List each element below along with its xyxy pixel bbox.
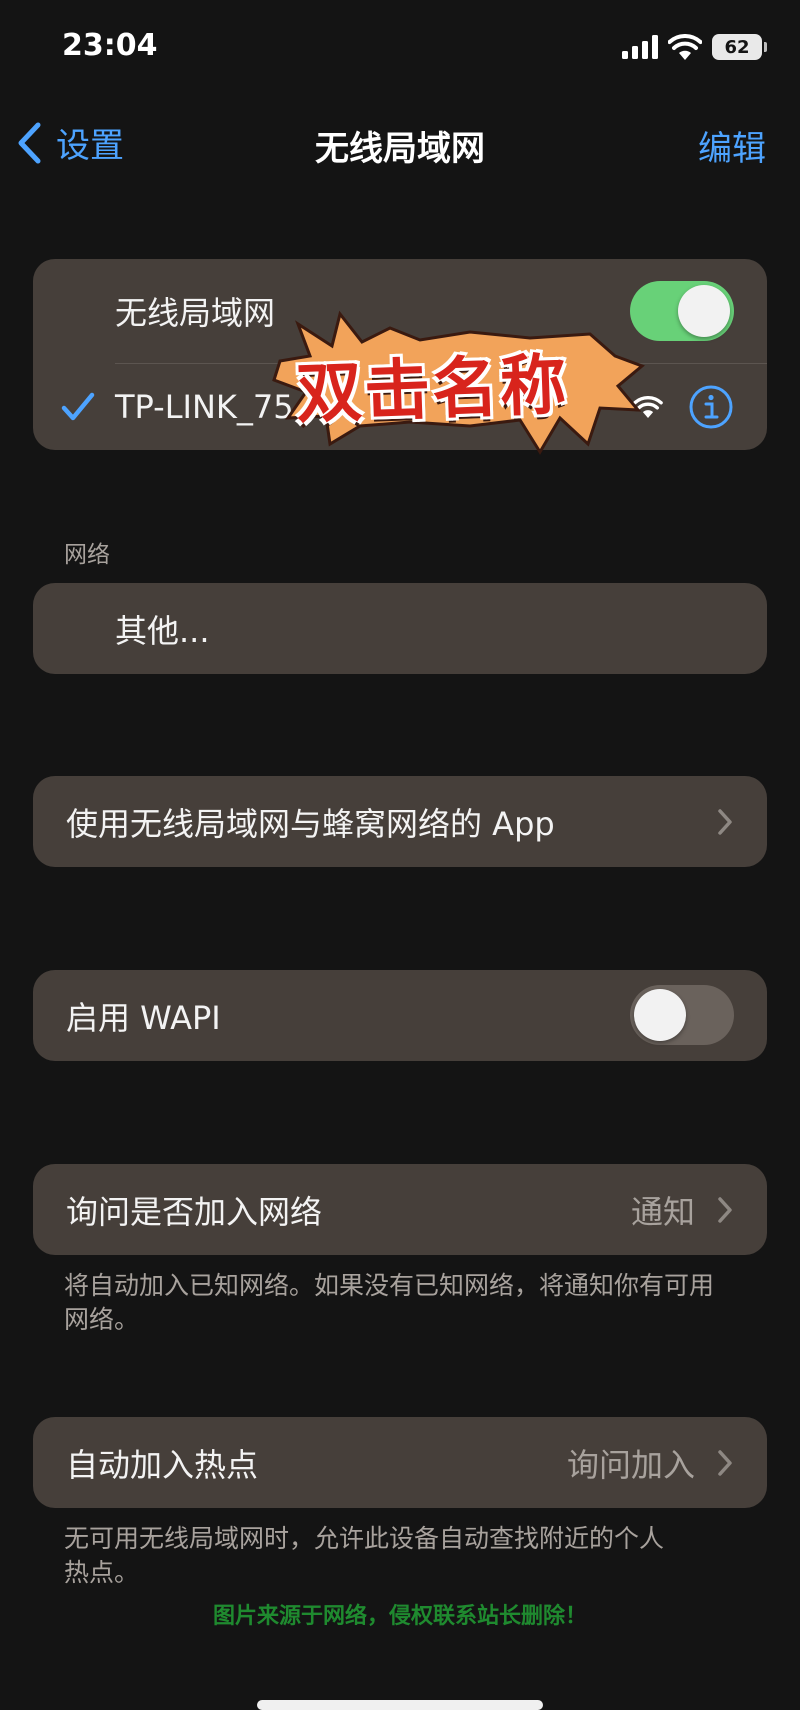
- status-time: 23:04: [62, 28, 158, 63]
- info-icon[interactable]: [688, 384, 734, 430]
- wapi-toggle[interactable]: [630, 985, 734, 1045]
- checkmark-icon: [61, 392, 95, 420]
- hotspot-row[interactable]: 自动加入热点 询问加入: [33, 1417, 767, 1508]
- ask-join-label: 询问是否加入网络: [66, 1192, 323, 1231]
- wifi-status-icon: [668, 34, 702, 60]
- battery-icon: 62: [712, 34, 767, 60]
- page-title: 无线局域网: [315, 129, 485, 169]
- wapi-row: 启用 WAPI: [33, 970, 767, 1061]
- apps-row-label: 使用无线局域网与蜂窝网络的 App: [66, 804, 555, 843]
- overlay-sticker: 双击名称: [270, 306, 650, 456]
- wapi-card: 启用 WAPI: [33, 970, 767, 1061]
- network-name: TP-LINK_75: [115, 387, 294, 426]
- apps-card[interactable]: 使用无线局域网与蜂窝网络的 App: [33, 776, 767, 867]
- other-network-row[interactable]: 其他...: [33, 583, 767, 674]
- hotspot-card[interactable]: 自动加入热点 询问加入: [33, 1417, 767, 1508]
- hotspot-label: 自动加入热点: [66, 1445, 259, 1484]
- ask-join-row[interactable]: 询问是否加入网络 通知: [33, 1164, 767, 1255]
- status-icons: 62: [622, 34, 767, 60]
- battery-level: 62: [724, 36, 750, 58]
- toggle-knob: [678, 285, 730, 337]
- ask-join-card[interactable]: 询问是否加入网络 通知: [33, 1164, 767, 1255]
- apps-row[interactable]: 使用无线局域网与蜂窝网络的 App: [33, 776, 767, 867]
- sticker-text: 双击名称: [294, 346, 570, 433]
- other-network-label: 其他...: [115, 611, 210, 650]
- toggle-knob: [634, 989, 686, 1041]
- ask-join-footnote: 将自动加入已知网络。如果没有已知网络，将通知你有可用网络。: [64, 1271, 715, 1334]
- hotspot-value: 询问加入: [566, 1445, 695, 1484]
- wapi-label: 启用 WAPI: [66, 998, 221, 1037]
- wifi-toggle-label: 无线局域网: [115, 294, 276, 332]
- cellular-signal-icon: [622, 35, 658, 59]
- chevron-right-icon: [718, 808, 732, 835]
- section-header-networks: 网络: [64, 542, 110, 568]
- hotspot-footnote: 无可用无线局域网时，允许此设备自动查找附近的个人热点。: [64, 1524, 665, 1587]
- chevron-right-icon: [718, 1449, 732, 1476]
- other-network-card[interactable]: 其他...: [33, 583, 767, 674]
- chevron-right-icon: [718, 1196, 732, 1223]
- ask-join-value: 通知: [630, 1192, 695, 1231]
- watermark-text: 图片来源于网络，侵权联系站长删除！: [212, 1604, 587, 1629]
- edit-button[interactable]: 编辑: [698, 121, 766, 170]
